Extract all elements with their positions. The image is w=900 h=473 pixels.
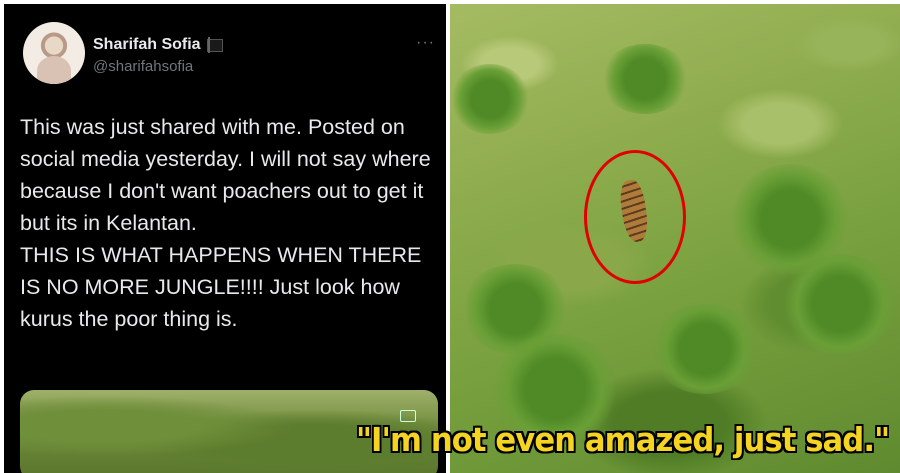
avatar-figure (37, 56, 71, 84)
tweet-card: Sharifah Sofia @sharifahsofia ··· This w… (4, 4, 446, 473)
shrub (780, 254, 900, 354)
shrub (450, 64, 530, 134)
highlight-circle (584, 150, 686, 284)
tweet-text: This was just shared with me. Posted on … (20, 115, 431, 331)
author-name-row: Sharifah Sofia (93, 36, 223, 54)
author-display-name[interactable]: Sharifah Sofia (93, 36, 201, 54)
black-flag-icon (206, 36, 223, 53)
shrub (650, 304, 760, 394)
shrub (600, 44, 690, 114)
quote-caption: "I'm not even amazed, just sad." (356, 420, 890, 459)
jungle-photo (450, 4, 900, 473)
avatar[interactable] (23, 22, 85, 84)
author-handle[interactable]: @sharifahsofia (93, 58, 193, 75)
more-horizontal-icon[interactable]: ··· (416, 34, 435, 52)
